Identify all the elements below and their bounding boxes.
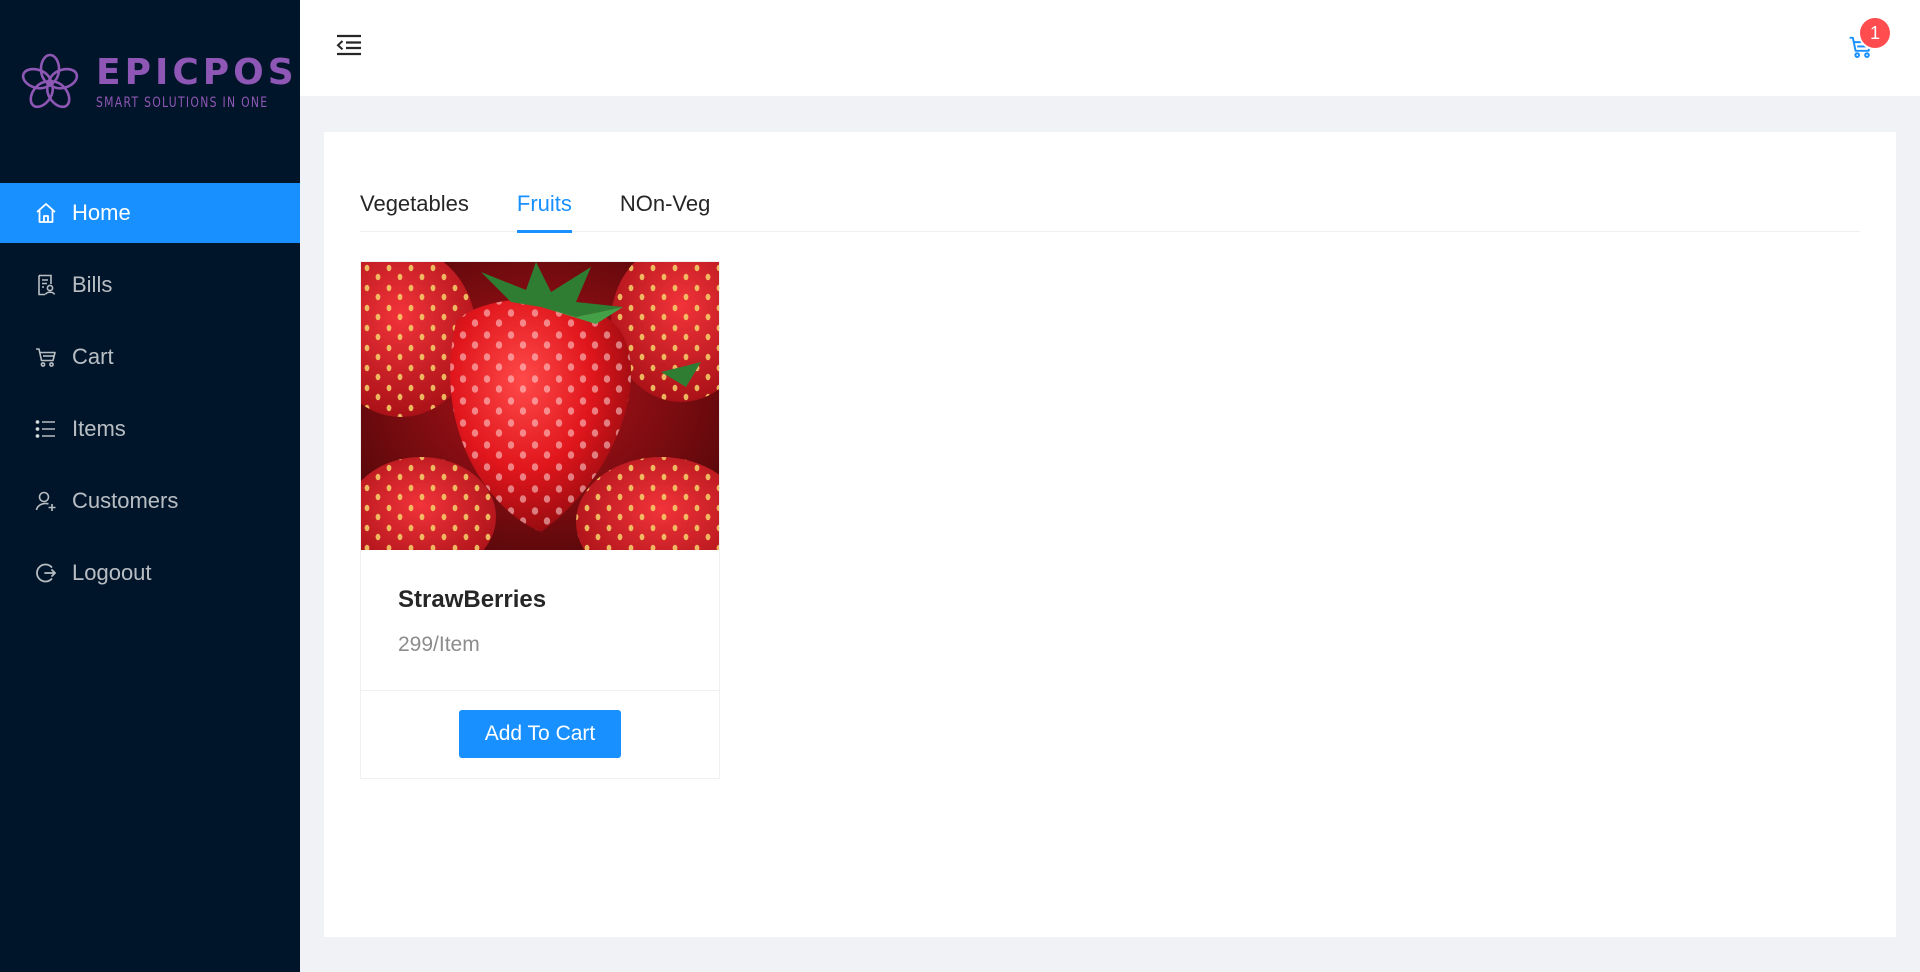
- sidebar-item-customers[interactable]: Customers: [0, 471, 300, 531]
- list-icon: [34, 417, 58, 441]
- menu-fold-icon[interactable]: [336, 33, 362, 57]
- product-name: StrawBerries: [398, 586, 547, 613]
- product-card: StrawBerries 299/Item Add To Cart: [360, 261, 720, 779]
- home-icon: [34, 201, 58, 225]
- brand-tagline: SMART SOLUTIONS IN ONE: [96, 94, 269, 111]
- sidebar-item-label: Bills: [72, 272, 113, 297]
- sidebar-item-label: Items: [72, 416, 126, 441]
- cart-count-badge: 1: [1860, 18, 1890, 48]
- strawberries-photo: [361, 262, 719, 550]
- sidebar-item-label: Cart: [72, 344, 114, 369]
- tab-fruits[interactable]: Fruits: [516, 176, 572, 233]
- sidebar-item-cart[interactable]: Cart: [0, 327, 300, 387]
- receipt-icon: [34, 273, 58, 297]
- category-tabs: Vegetables Fruits NOn-Veg: [360, 176, 1860, 233]
- brand-name: EPICPOS: [96, 51, 298, 93]
- brand-logo[interactable]: EPICPOS SMART SOLUTIONS IN ONE: [18, 50, 294, 115]
- product-price: 299/Item: [398, 633, 480, 656]
- user-add-icon: [34, 489, 58, 513]
- tab-vegetables[interactable]: Vegetables: [360, 176, 469, 232]
- logout-icon: [34, 561, 58, 585]
- sidebar-item-home[interactable]: Home: [0, 183, 300, 243]
- flower-logo-icon: [21, 53, 79, 108]
- product-card-body: StrawBerries 299/Item: [361, 550, 719, 691]
- sidebar-item-logout[interactable]: Logoout: [0, 543, 300, 603]
- tab-non-veg[interactable]: NOn-Veg: [620, 176, 711, 232]
- sidebar-item-label: Customers: [72, 488, 179, 513]
- cart-icon: [34, 345, 58, 369]
- sidebar-menu: Home Bills Cart Items Customers Logoout: [0, 183, 300, 615]
- sidebar-item-label: Logoout: [72, 560, 152, 585]
- sidebar-item-items[interactable]: Items: [0, 399, 300, 459]
- sidebar-item-label: Home: [72, 200, 131, 225]
- sidebar: EPICPOS SMART SOLUTIONS IN ONE Home Bill…: [0, 0, 300, 972]
- main-content: Vegetables Fruits NOn-Veg StrawBerries 2…: [324, 132, 1896, 937]
- top-header: 1: [300, 0, 1920, 96]
- product-card-actions: Add To Cart: [361, 691, 719, 777]
- add-to-cart-button[interactable]: Add To Cart: [459, 710, 621, 758]
- sidebar-item-bills[interactable]: Bills: [0, 255, 300, 315]
